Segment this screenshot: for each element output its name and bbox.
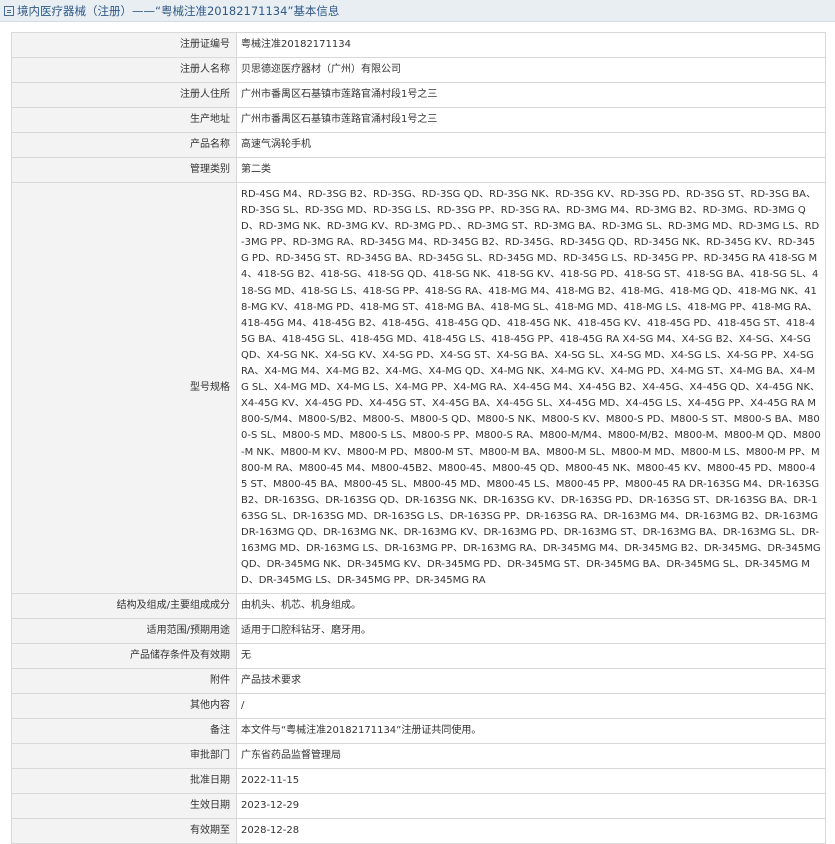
row-label: 注册证编号: [11, 32, 237, 58]
row-label: 备注: [11, 718, 237, 745]
table-row-effective-date: 生效日期 2023-12-29: [11, 793, 826, 820]
table-row-registrant-address: 注册人住所 广州市番禺区石基镇市莲路官涌村段1号之三: [11, 82, 826, 108]
table-row-other-content: 其他内容 /: [11, 693, 826, 720]
row-label: 适用范围/预期用途: [11, 618, 237, 645]
row-label: 结构及组成/主要组成成分: [11, 593, 237, 620]
table-row-registration-number: 注册证编号 粤械注准20182171134: [11, 32, 826, 58]
row-label: 批准日期: [11, 768, 237, 795]
row-label: 注册人住所: [11, 82, 237, 108]
row-value: 2028-12-28: [236, 818, 826, 844]
row-label: 生产地址: [11, 107, 237, 133]
row-label: 其他内容: [11, 693, 237, 720]
table-row-remarks: 备注 本文件与“粤械注准20182171134”注册证共同使用。: [11, 718, 826, 745]
row-value: 2023-12-29: [236, 793, 826, 820]
row-label: 审批部门: [11, 743, 237, 770]
table-row-approval-date: 批准日期 2022-11-15: [11, 768, 826, 795]
row-value: 广州市番禺区石基镇市莲路官涌村段1号之三: [236, 107, 826, 133]
table-row-model-spec: 型号规格 RD-4SG M4、RD-3SG B2、RD-3SG、RD-3SG QD…: [11, 181, 826, 595]
row-label: 型号规格: [11, 181, 237, 595]
document-icon: [4, 5, 14, 16]
table-row-management-category: 管理类别 第二类: [11, 157, 826, 183]
row-label: 有效期至: [11, 818, 237, 844]
page-title: 境内医疗器械（注册）——“粤械注准20182171134”基本信息: [17, 3, 340, 18]
row-value: 本文件与“粤械注准20182171134”注册证共同使用。: [236, 718, 826, 745]
table-row-expiry-date: 有效期至 2028-12-28: [11, 818, 826, 844]
row-value: 贝思德迩医疗器材（广州）有限公司: [236, 57, 826, 83]
row-value: /: [236, 693, 826, 720]
row-value: 第二类: [236, 157, 826, 183]
table-row-approval-department: 审批部门 广东省药品监督管理局: [11, 743, 826, 770]
info-table-container: 注册证编号 粤械注准20182171134 注册人名称 贝思德迩医疗器材（广州）有限公…: [11, 32, 826, 844]
row-value: 无: [236, 643, 826, 670]
table-row-attachments: 附件 产品技术要求: [11, 668, 826, 695]
table-row-structure-composition: 结构及组成/主要组成成分 由机头、机芯、机身组成。: [11, 593, 826, 620]
row-label: 附件: [11, 668, 237, 695]
row-label: 产品名称: [11, 132, 237, 158]
row-value: 由机头、机芯、机身组成。: [236, 593, 826, 620]
row-label: 产品储存条件及有效期: [11, 643, 237, 670]
row-label: 生效日期: [11, 793, 237, 820]
page-header: 境内医疗器械（注册）——“粤械注准20182171134”基本信息: [0, 0, 835, 22]
table-row-registrant-name: 注册人名称 贝思德迩医疗器材（广州）有限公司: [11, 57, 826, 83]
row-value: 适用于口腔科钻牙、磨牙用。: [236, 618, 826, 645]
row-value: 高速气涡轮手机: [236, 132, 826, 158]
row-label: 注册人名称: [11, 57, 237, 83]
table-row-product-name: 产品名称 高速气涡轮手机: [11, 132, 826, 158]
table-row-production-address: 生产地址 广州市番禺区石基镇市莲路官涌村段1号之三: [11, 107, 826, 133]
row-value: 广州市番禺区石基镇市莲路官涌村段1号之三: [236, 82, 826, 108]
row-label: 管理类别: [11, 157, 237, 183]
table-row-storage-conditions: 产品储存条件及有效期无: [11, 643, 826, 670]
row-value: 产品技术要求: [236, 668, 826, 695]
row-value: 粤械注准20182171134: [236, 32, 826, 58]
info-table: 注册证编号 粤械注准20182171134 注册人名称 贝思德迩医疗器材（广州）有限公…: [11, 32, 826, 844]
row-value: RD-4SG M4、RD-3SG B2、RD-3SG、RD-3SG QD、RD-…: [236, 181, 826, 595]
table-row-scope-intended-use: 适用范围/预期用途 适用于口腔科钻牙、磨牙用。: [11, 618, 826, 645]
row-value: 广东省药品监督管理局: [236, 743, 826, 770]
row-value: 2022-11-15: [236, 768, 826, 795]
